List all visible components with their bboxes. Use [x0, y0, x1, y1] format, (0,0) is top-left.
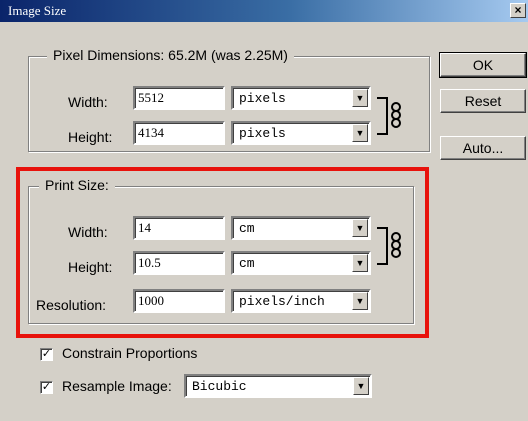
pixel-link-bracket — [377, 97, 388, 135]
chevron-down-icon[interactable]: ▼ — [352, 124, 368, 142]
resample-image-checkbox[interactable]: ✓ — [40, 381, 53, 394]
check-mark: ✓ — [41, 348, 52, 360]
auto-button[interactable]: Auto... — [440, 136, 526, 160]
resample-image-label[interactable]: Resample Image: — [62, 378, 172, 394]
chain-link-icon — [391, 102, 401, 128]
highlight-box — [16, 167, 429, 338]
pixel-width-input[interactable]: 5512 — [133, 86, 225, 110]
window-title: Image Size — [8, 3, 67, 18]
pixel-width-unit-value: pixels — [239, 91, 286, 106]
pixel-width-unit-select[interactable]: pixels ▼ — [231, 86, 371, 110]
pixel-height-value: 4134 — [138, 125, 164, 140]
auto-button-label: Auto... — [462, 140, 504, 156]
ok-button[interactable]: OK — [439, 52, 527, 78]
pixel-dimensions-legend: Pixel Dimensions: 65.2M (was 2.25M) — [47, 47, 294, 63]
pixel-height-unit-value: pixels — [239, 126, 286, 141]
title-bar: Image Size × — [0, 0, 528, 22]
ok-button-label: OK — [472, 57, 494, 73]
reset-button[interactable]: Reset — [440, 89, 526, 113]
pixel-height-label: Height: — [68, 129, 113, 145]
close-icon: × — [514, 3, 522, 17]
constrain-proportions-checkbox[interactable]: ✓ — [40, 348, 53, 361]
pixel-height-input[interactable]: 4134 — [133, 121, 225, 145]
constrain-proportions-label[interactable]: Constrain Proportions — [62, 345, 197, 361]
chevron-down-icon[interactable]: ▼ — [352, 89, 368, 107]
pixel-width-label: Width: — [68, 94, 108, 110]
check-mark: ✓ — [41, 381, 52, 393]
close-button[interactable]: × — [510, 3, 526, 18]
resample-method-select[interactable]: Bicubic ▼ — [184, 374, 372, 398]
pixel-width-value: 5512 — [138, 90, 164, 105]
reset-button-label: Reset — [464, 93, 502, 109]
pixel-height-unit-select[interactable]: pixels ▼ — [231, 121, 371, 145]
resample-method-value: Bicubic — [192, 379, 247, 394]
chevron-down-icon[interactable]: ▼ — [353, 377, 369, 395]
image-size-dialog: Pixel Dimensions: 65.2M (was 2.25M) Widt… — [0, 22, 528, 421]
